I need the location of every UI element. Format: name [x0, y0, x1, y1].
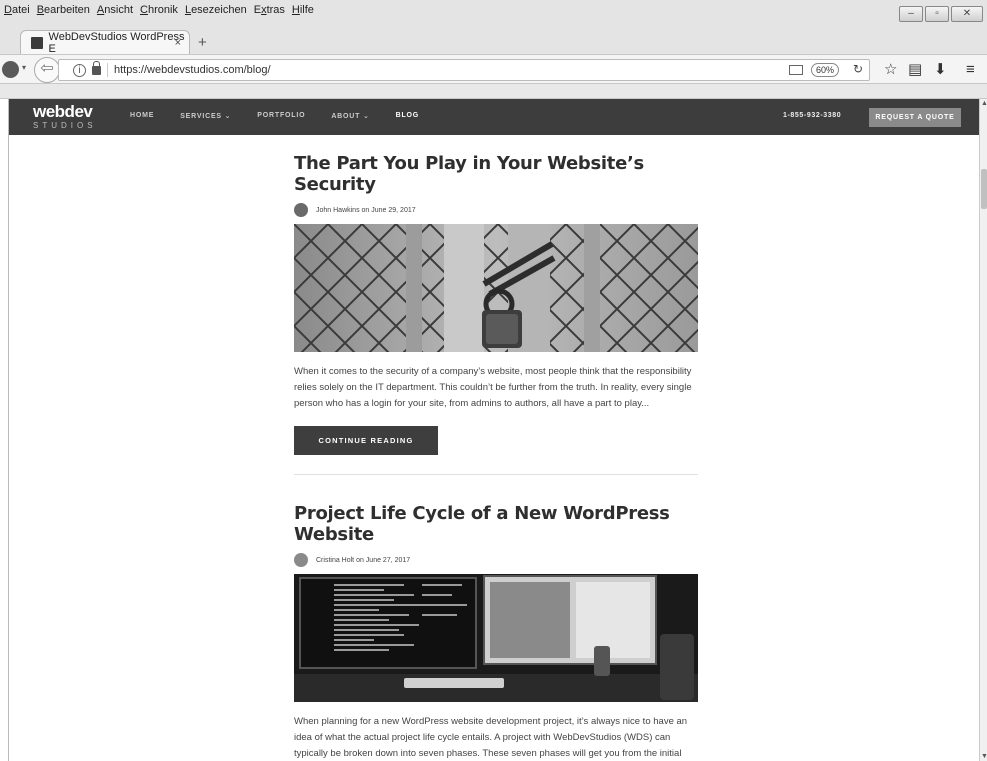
nav-about[interactable]: ABOUT ⌄: [331, 112, 369, 120]
toolbar-strip: [0, 84, 987, 99]
blog-post-1: The Part You Play in Your Website’s Secu…: [294, 153, 698, 455]
menu-bar: Datei Bearbeiten Ansicht Chronik Lesezei…: [0, 0, 987, 20]
scroll-up-icon[interactable]: ▲: [981, 100, 987, 107]
menu-ansicht[interactable]: Ansicht: [97, 4, 133, 16]
menu-lesezeichen[interactable]: Lesezeichen: [185, 4, 247, 16]
site-nav: HOME SERVICES ⌄ PORTFOLIO ABOUT ⌄ BLOG: [130, 112, 445, 120]
url-separator: [107, 63, 108, 77]
scroll-down-icon[interactable]: ▼: [981, 753, 987, 760]
site-header: webdev STUDIOS HOME SERVICES ⌄ PORTFOLIO…: [9, 99, 979, 135]
scroll-thumb[interactable]: [981, 169, 987, 209]
monitors-image: [294, 574, 698, 702]
menu-hamburger-icon[interactable]: ≡: [966, 62, 975, 78]
post-featured-image[interactable]: [294, 224, 698, 352]
phone-number[interactable]: 1-855-932-3380: [783, 112, 841, 119]
post-meta-text: John Hawkins on June 29, 2017: [316, 206, 416, 214]
chain-lock-image: [294, 224, 698, 352]
post-featured-image[interactable]: [294, 574, 698, 702]
nav-services[interactable]: SERVICES ⌄: [180, 112, 231, 120]
nav-portfolio[interactable]: PORTFOLIO: [257, 112, 305, 120]
close-window-button[interactable]: ✕: [951, 6, 983, 22]
page-viewport: webdev STUDIOS HOME SERVICES ⌄ PORTFOLIO…: [8, 99, 979, 761]
menu-datei[interactable]: Datei: [4, 4, 30, 16]
nav-home[interactable]: HOME: [130, 112, 154, 120]
nav-blog[interactable]: BLOG: [396, 112, 419, 120]
request-quote-button[interactable]: REQUEST A QUOTE: [869, 108, 961, 127]
menu-bearbeiten[interactable]: Bearbeiten: [37, 4, 90, 16]
zoom-level-badge[interactable]: 60%: [811, 63, 839, 77]
post-meta-text: Cristina Holt on June 27, 2017: [316, 556, 411, 564]
tab-webdevstudios[interactable]: WebDevStudios WordPress E ×: [20, 30, 190, 55]
bookmarks-list-icon[interactable]: ▤: [908, 62, 922, 78]
logo-text: webdev: [33, 102, 93, 121]
reader-view-icon[interactable]: [789, 65, 803, 75]
post-meta: Cristina Holt on June 27, 2017: [294, 553, 698, 567]
post-title[interactable]: The Part You Play in Your Website’s Secu…: [294, 153, 698, 195]
maximize-button[interactable]: ▫: [925, 6, 949, 22]
window-controls: – ▫ ✕: [899, 6, 983, 22]
favicon-icon: [31, 36, 43, 49]
downloads-icon[interactable]: ⬇: [934, 62, 947, 78]
lock-icon: [92, 60, 101, 75]
continue-reading-button[interactable]: CONTINUE READING: [294, 426, 438, 455]
bookmark-star-icon[interactable]: ☆: [884, 62, 897, 78]
post-excerpt: When it comes to the security of a compa…: [294, 366, 692, 409]
menu-hilfe[interactable]: Hilfe: [292, 4, 314, 16]
reload-icon[interactable]: ↻: [853, 62, 863, 76]
info-icon[interactable]: i: [73, 63, 86, 77]
post-excerpt: When planning for a new WordPress websit…: [294, 716, 688, 759]
tab-title: WebDevStudios WordPress E: [48, 30, 185, 55]
new-tab-button[interactable]: +: [198, 34, 207, 51]
menu-extras[interactable]: Extras: [254, 4, 285, 16]
post-meta: John Hawkins on June 29, 2017: [294, 203, 698, 217]
menu-chronik[interactable]: Chronik: [140, 4, 178, 16]
page-scrollbar[interactable]: ▲ ▼: [979, 99, 987, 761]
post-title[interactable]: Project Life Cycle of a New WordPress We…: [294, 503, 698, 545]
author-avatar: [294, 203, 308, 217]
url-bar[interactable]: i https://webdevstudios.com/blog/ 60% ↻: [58, 59, 870, 81]
url-text[interactable]: https://webdevstudios.com/blog/: [114, 64, 271, 76]
logo-subtext: STUDIOS: [33, 121, 97, 130]
navigation-bar: ▾ ⇦ i https://webdevstudios.com/blog/ 60…: [0, 54, 987, 84]
browser-chrome: Datei Bearbeiten Ansicht Chronik Lesezei…: [0, 0, 987, 99]
post-divider: [294, 474, 698, 475]
history-dropdown-icon[interactable]: ▾: [22, 63, 26, 72]
author-avatar: [294, 553, 308, 567]
minimize-button[interactable]: –: [899, 6, 923, 22]
blog-post-2: Project Life Cycle of a New WordPress We…: [294, 503, 698, 761]
back-button[interactable]: ⇦: [34, 57, 60, 83]
site-logo[interactable]: webdev STUDIOS: [33, 103, 97, 131]
tab-close-icon[interactable]: ×: [175, 37, 181, 49]
tab-strip: WebDevStudios WordPress E × +: [0, 26, 987, 55]
history-globe-icon[interactable]: [2, 61, 19, 78]
